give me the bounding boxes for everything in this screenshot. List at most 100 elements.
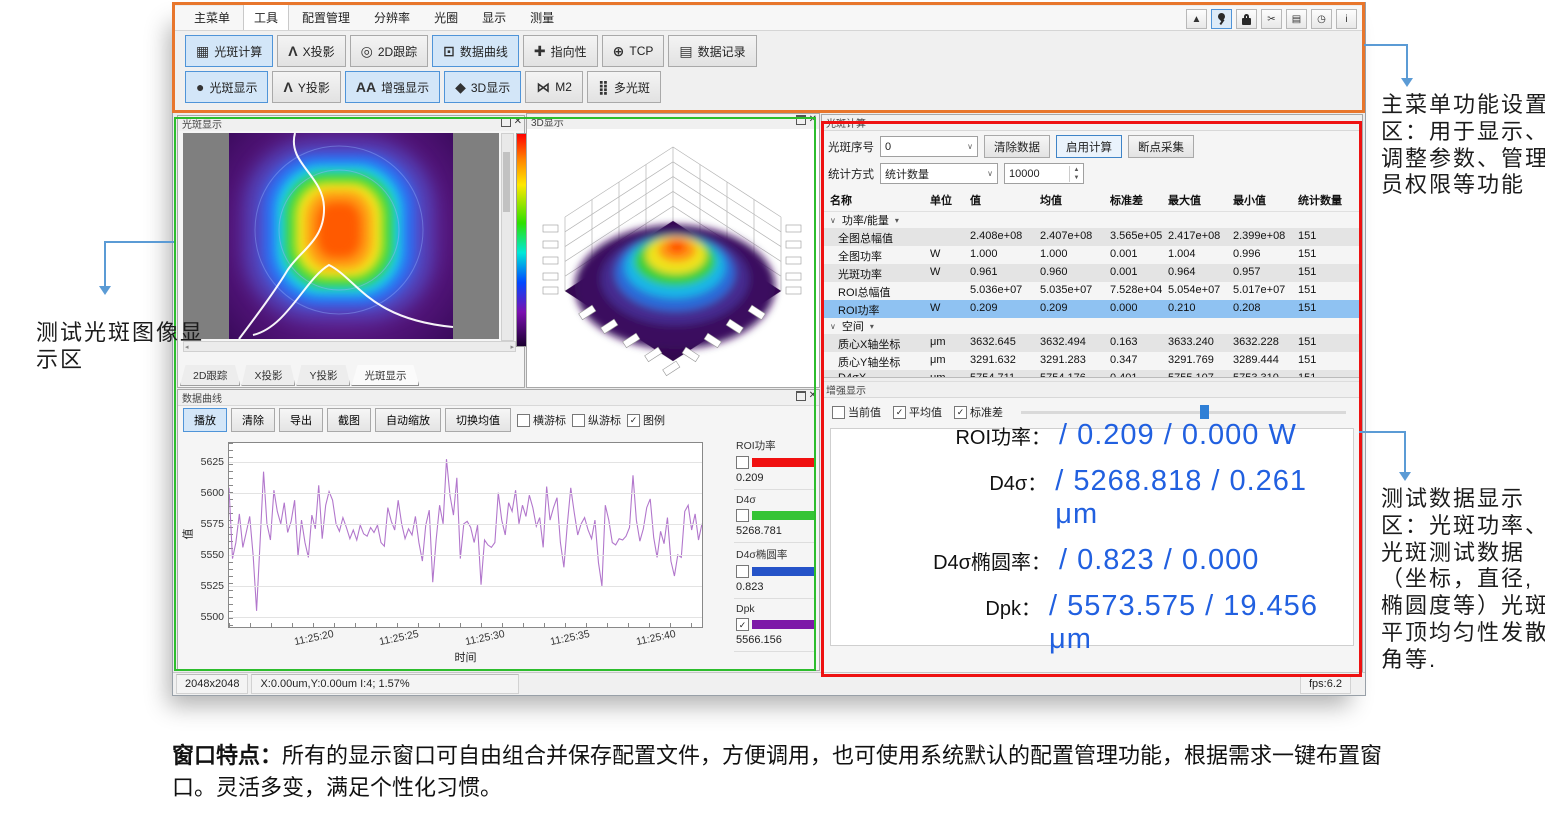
toolbar-button-label: X投影	[303, 43, 335, 60]
close-icon[interactable]: ✕	[514, 117, 522, 127]
截图-button[interactable]: 截图	[327, 408, 371, 432]
checkbox-icon[interactable]	[893, 406, 906, 419]
menu-tab[interactable]: 工具	[243, 4, 289, 30]
collapse-icon[interactable]: ▲	[1186, 9, 1207, 29]
checkbox-icon[interactable]	[832, 406, 845, 419]
数据曲线-button[interactable]: ⊡数据曲线	[432, 35, 519, 67]
table-header-cell[interactable]: 标准差	[1110, 192, 1168, 208]
pin-icon[interactable]	[1211, 9, 1232, 29]
table-row[interactable]: D4σXμm5754.7115754.1760.4015755.1075753.…	[822, 370, 1362, 377]
TCP-button[interactable]: ⊕TCP	[602, 35, 665, 67]
breakpoint-capture-button[interactable]: 断点采集	[1128, 135, 1194, 158]
指向性-button[interactable]: ✚指向性	[523, 35, 598, 67]
Y投影-button[interactable]: ΛY投影	[272, 71, 340, 103]
table-header-cell[interactable]: 统计数量	[1298, 192, 1362, 208]
多光斑-button[interactable]: ⣿多光斑	[587, 71, 661, 103]
float-window-icon[interactable]	[796, 115, 806, 125]
table-header-cell[interactable]: 名称	[830, 192, 930, 208]
table-group-row[interactable]: ∨空间▾	[822, 318, 1362, 334]
增强显示-button[interactable]: AA增强显示	[345, 71, 440, 103]
info-icon[interactable]: i	[1336, 9, 1357, 29]
close-icon[interactable]: ✕	[809, 391, 817, 401]
beam-tab-Y投影[interactable]: Y投影	[296, 365, 350, 386]
table-header-cell[interactable]: 均值	[1040, 192, 1110, 208]
float-window-icon[interactable]	[796, 391, 806, 401]
M2-button[interactable]: ⋈M2	[525, 71, 583, 103]
table-row[interactable]: 全图总幅值2.408e+082.407e+083.565e+052.417e+0…	[822, 228, 1362, 246]
自动缩放-button[interactable]: 自动缩放	[375, 408, 441, 432]
calc-panel-titlebar: 光斑计算	[822, 115, 1362, 131]
beam-horizontal-scrollbar[interactable]: ◂▸	[183, 341, 516, 352]
table-row[interactable]: ROI功率W0.2090.2090.0000.2100.208151	[822, 300, 1362, 318]
surface-plot[interactable]	[527, 129, 819, 387]
2D跟踪-button[interactable]: ◎2D跟踪	[350, 35, 429, 67]
table-row[interactable]: 质心X轴坐标μm3632.6453632.4940.1633633.240363…	[822, 334, 1362, 352]
table-cell: 0.996	[1233, 248, 1298, 264]
checkbox-icon[interactable]	[736, 456, 749, 469]
table-header-cell[interactable]: 最小值	[1233, 192, 1298, 208]
checkbox-icon[interactable]	[517, 414, 530, 427]
beam-seq-select[interactable]: 0∨	[880, 136, 978, 157]
lock-icon	[1242, 14, 1252, 25]
plot-area[interactable]: 562556005575555055255500	[228, 442, 703, 628]
table-cell: 5.054e+07	[1168, 284, 1233, 300]
menu-tab[interactable]: 光圈	[423, 4, 469, 30]
table-header-cell[interactable]: 最大值	[1168, 192, 1233, 208]
stat-count-spinner[interactable]: 10000 ▲▼	[1004, 163, 1084, 184]
slider-thumb[interactable]	[1200, 405, 1209, 419]
清除-button[interactable]: 清除	[231, 408, 275, 432]
checkbox-icon[interactable]	[736, 509, 749, 522]
enhanced-row-ellipticity: D4σ椭圆率： / 0.823 / 0.000	[861, 544, 1353, 577]
close-icon[interactable]: ✕	[809, 115, 817, 125]
checkbox-icon[interactable]	[736, 618, 749, 631]
table-row[interactable]: 质心Y轴坐标μm3291.6323291.2830.3473291.769328…	[822, 352, 1362, 370]
curve-checkbox-纵游标[interactable]: 纵游标	[572, 412, 621, 428]
checkbox-icon[interactable]	[627, 414, 640, 427]
spinner-arrows-icon[interactable]: ▲▼	[1069, 166, 1083, 182]
播放-button[interactable]: 播放	[183, 408, 227, 432]
y-tick-label: 5550	[201, 549, 224, 561]
beam-vertical-scrollbar[interactable]	[501, 133, 514, 341]
menu-tab[interactable]: 显示	[471, 4, 517, 30]
lock-icon[interactable]	[1236, 9, 1257, 29]
table-group-row[interactable]: ∨功率/能量▾	[822, 212, 1362, 228]
beam-image-viewport[interactable]	[183, 133, 499, 339]
document-icon[interactable]: ▤	[1286, 9, 1307, 29]
table-row[interactable]: 全图功率W1.0001.0000.0011.0040.996151	[822, 246, 1362, 264]
table-row[interactable]: ROI总幅值5.036e+075.035e+077.528e+045.054e+…	[822, 282, 1362, 300]
checkbox-icon[interactable]	[954, 406, 967, 419]
stats-table[interactable]: 名称单位值均值标准差最大值最小值统计数量 ∨功率/能量▾全图总幅值2.408e+0…	[822, 189, 1362, 377]
enable-calc-button[interactable]: 启用计算	[1056, 135, 1122, 158]
curve-checkbox-横游标[interactable]: 横游标	[517, 412, 566, 428]
table-header-cell[interactable]: 单位	[930, 192, 970, 208]
checkbox-icon[interactable]	[572, 414, 585, 427]
光斑计算-button[interactable]: ▦光斑计算	[185, 35, 273, 67]
X投影-button[interactable]: ΛX投影	[277, 35, 345, 67]
数据记录-button[interactable]: ▤数据记录	[668, 35, 756, 67]
enhanced-font-slider[interactable]	[1021, 405, 1346, 419]
curve-checkbox-图例[interactable]: 图例	[627, 412, 665, 428]
table-cell: 3632.645	[970, 336, 1040, 352]
table-row[interactable]: 光斑功率W0.9610.9600.0010.9640.957151	[822, 264, 1362, 282]
光斑显示-button[interactable]: ●光斑显示	[185, 71, 268, 103]
float-window-icon[interactable]	[501, 117, 511, 127]
checkbox-icon[interactable]	[736, 565, 749, 578]
beam-tab-光斑显示[interactable]: 光斑显示	[351, 365, 419, 386]
table-cell: 质心Y轴坐标	[838, 354, 930, 370]
menu-tab[interactable]: 配置管理	[291, 4, 361, 30]
toolbar-button-label: 数据曲线	[460, 43, 508, 60]
menu-tab[interactable]: 主菜单	[183, 4, 241, 30]
cut-icon[interactable]: ✂	[1261, 9, 1282, 29]
stat-mode-select[interactable]: 统计数量∨	[880, 163, 998, 184]
clear-data-button[interactable]: 清除数据	[984, 135, 1050, 158]
beam-tab-X投影[interactable]: X投影	[241, 365, 295, 386]
导出-button[interactable]: 导出	[279, 408, 323, 432]
fps-status: fps:6.2	[1300, 674, 1351, 694]
scroll-right-icon[interactable]: ▸	[510, 343, 514, 351]
table-header-cell[interactable]: 值	[970, 192, 1040, 208]
history-icon[interactable]: ◷	[1311, 9, 1332, 29]
切换均值-button[interactable]: 切换均值	[445, 408, 511, 432]
3D显示-button[interactable]: ◆3D显示	[444, 71, 521, 103]
menu-tab[interactable]: 分辨率	[363, 4, 421, 30]
menu-tab[interactable]: 测量	[519, 4, 565, 30]
